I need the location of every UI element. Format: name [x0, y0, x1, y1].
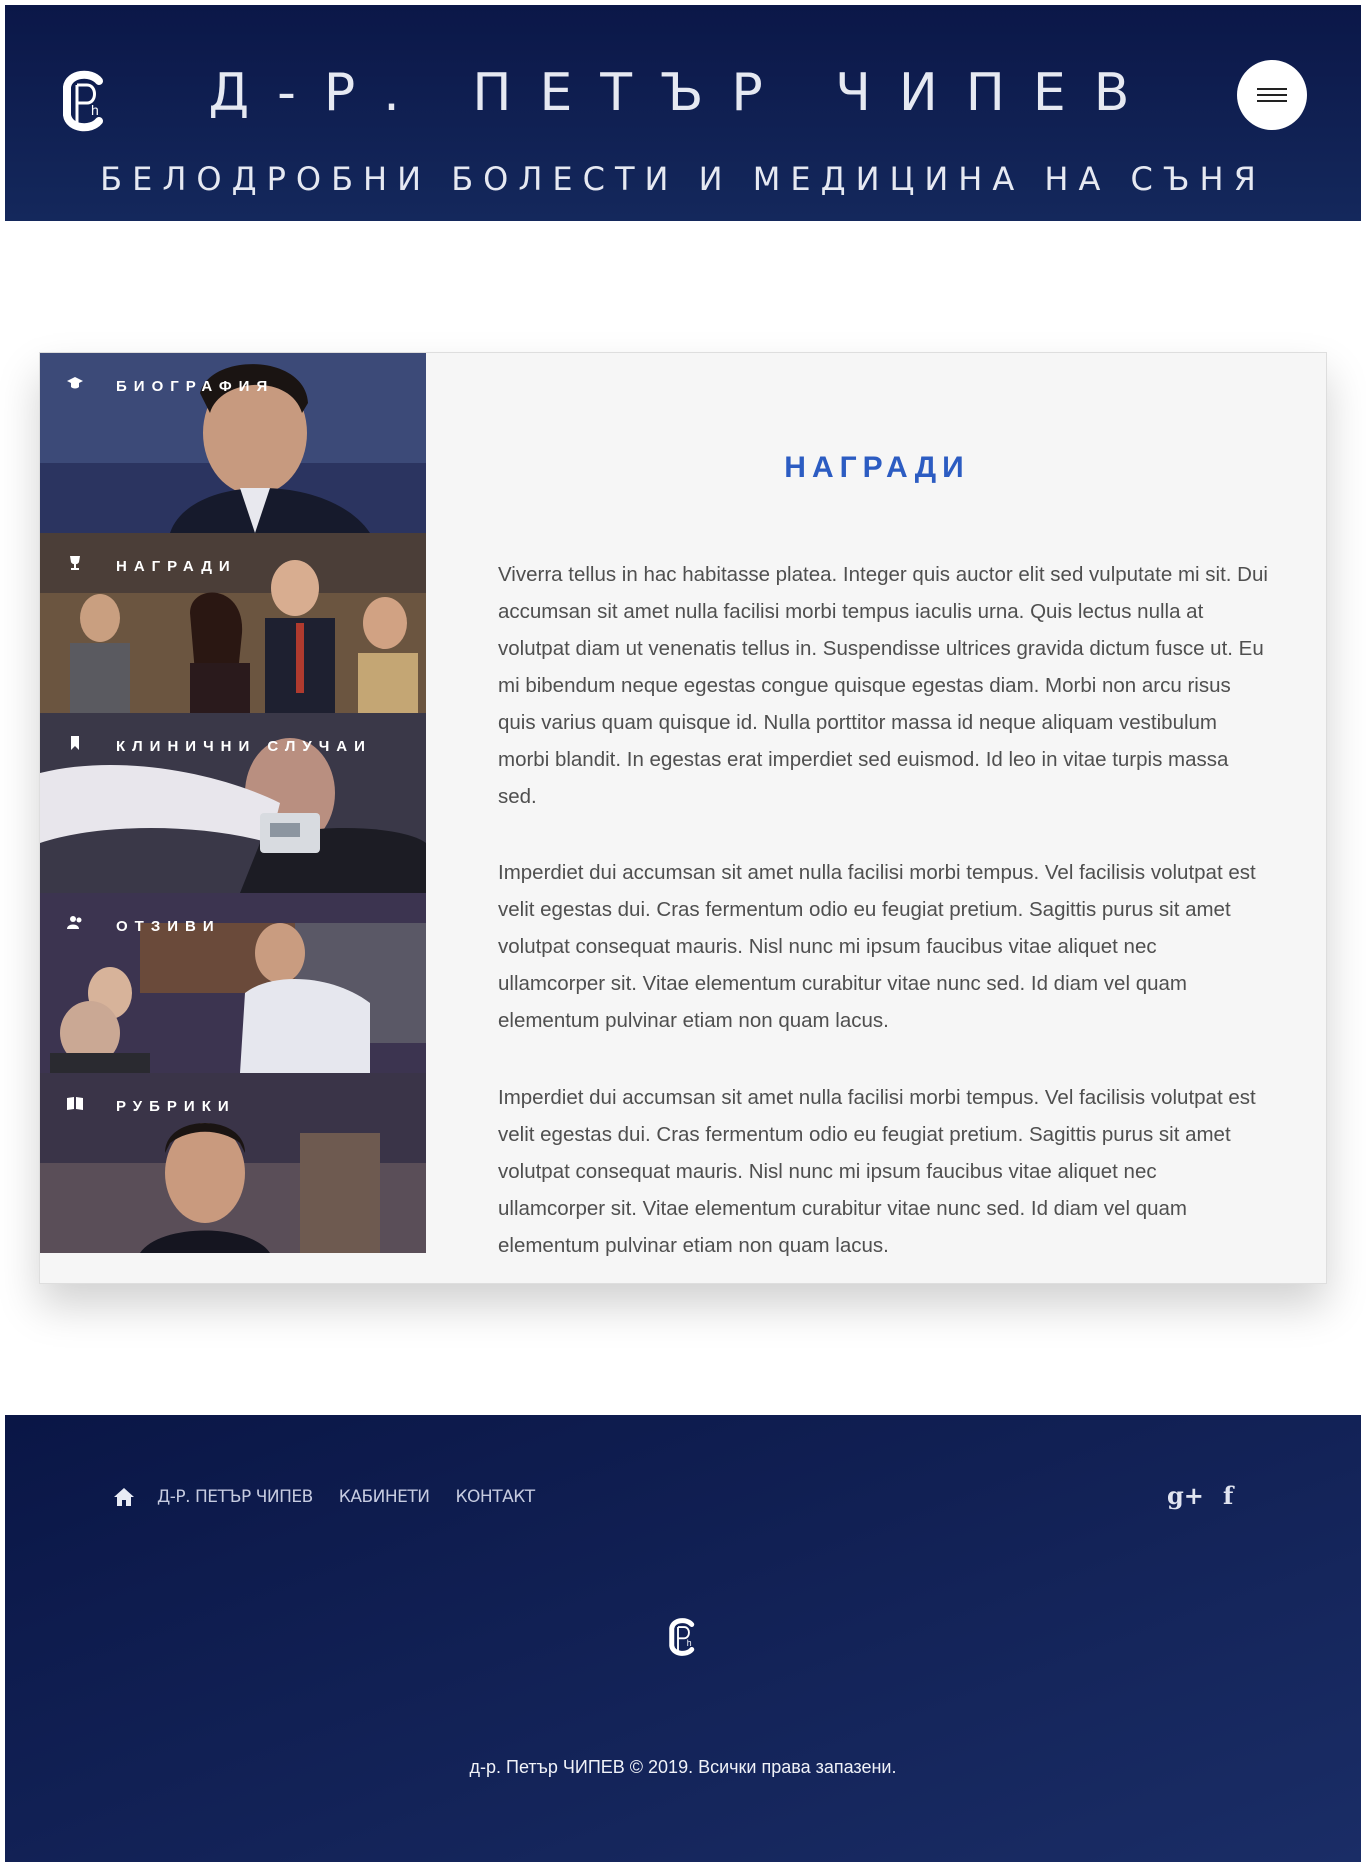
copyright-text: д-р. Петър ЧИПЕВ © 2019. Всички права за… [469, 1757, 897, 1777]
footer-link-offices[interactable]: КАБИНЕТИ [339, 1487, 430, 1507]
graduation-cap-icon [67, 377, 83, 389]
reviews-photo [40, 893, 426, 1073]
nav-tile-reviews[interactable]: ОТЗИВИ [40, 893, 426, 1073]
menu-line [1257, 88, 1287, 90]
content-column: НАГРАДИ Viverra tellus in hac habitasse … [426, 353, 1328, 1285]
nav-tile-awards[interactable]: НАГРАДИ [40, 533, 426, 713]
home-icon[interactable] [113, 1487, 135, 1507]
footer-logo-icon: h [669, 1618, 695, 1656]
section-nav: БИОГРАФИЯ НАГРАДИ КЛИНИЧНИ СЛУЧАИ ОТЗИВИ… [40, 353, 426, 1253]
nav-label-clinical-cases: КЛИНИЧНИ СЛУЧАИ [116, 738, 372, 755]
nav-tile-rubrics[interactable]: РУБРИКИ [40, 1073, 426, 1253]
footer-link-home[interactable]: Д-Р. ПЕТЪР ЧИПЕВ [157, 1487, 313, 1507]
bookmark-icon [71, 736, 79, 750]
facebook-icon[interactable]: f [1223, 1481, 1233, 1510]
svg-text:h: h [687, 1638, 692, 1648]
menu-line [1257, 100, 1287, 102]
nav-label-biography: БИОГРАФИЯ [116, 378, 275, 395]
nav-tile-biography[interactable]: БИОГРАФИЯ [40, 353, 426, 533]
footer-link-contact[interactable]: КОНТАКТ [455, 1487, 535, 1507]
content-card: БИОГРАФИЯ НАГРАДИ КЛИНИЧНИ СЛУЧАИ ОТЗИВИ… [39, 352, 1327, 1284]
section-title: НАГРАДИ [784, 451, 970, 484]
content-paragraph: Viverra tellus in hac habitasse platea. … [498, 563, 1268, 808]
nav-label-rubrics: РУБРИКИ [116, 1098, 236, 1115]
nav-label-awards: НАГРАДИ [116, 558, 237, 575]
book-icon [67, 1097, 83, 1110]
menu-line [1257, 94, 1287, 96]
google-plus-icon[interactable]: g+ [1167, 1481, 1204, 1510]
hamburger-menu-button[interactable] [1237, 60, 1307, 130]
nav-tile-clinical-cases[interactable]: КЛИНИЧНИ СЛУЧАИ [40, 713, 426, 893]
users-icon [67, 916, 82, 929]
content-paragraph: Imperdiet dui accumsan sit amet nulla fa… [498, 1086, 1256, 1257]
page-title: Д-Р. ПЕТЪР ЧИПЕВ [208, 63, 1158, 123]
nav-label-reviews: ОТЗИВИ [116, 918, 221, 935]
content-paragraph: Imperdiet dui accumsan sit amet nulla fa… [498, 861, 1256, 1032]
site-footer: Д-Р. ПЕТЪР ЧИПЕВ КАБИНЕТИ КОНТАКТ g+ f h… [5, 1415, 1361, 1862]
footer-nav: Д-Р. ПЕТЪР ЧИПЕВ КАБИНЕТИ КОНТАКТ [113, 1487, 561, 1507]
site-header: h Д-Р. ПЕТЪР ЧИПЕВ БЕЛОДРОБНИ БОЛЕСТИ И … [5, 5, 1361, 221]
trophy-icon [70, 556, 80, 570]
page-subtitle: БЕЛОДРОБНИ БОЛЕСТИ И МЕДИЦИНА НА СЪНЯ [100, 160, 1266, 198]
